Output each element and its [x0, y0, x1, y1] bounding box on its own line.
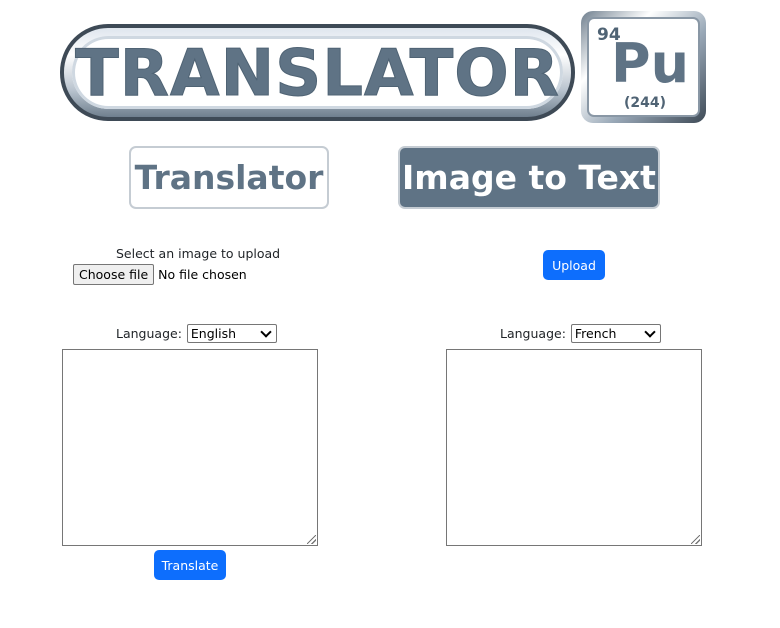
target-language-label: Language:	[500, 326, 566, 341]
target-language-value: French	[574, 326, 617, 341]
choose-file-button[interactable]: Choose file	[73, 264, 155, 285]
upload-prompt: Select an image to upload	[116, 246, 281, 261]
logo-element-inner: 94 Pu (244)	[587, 17, 700, 117]
target-language-row: Language: French	[500, 324, 661, 343]
logo-wordmark: TRANSLATOR	[60, 24, 575, 121]
source-language-label: Language:	[116, 326, 182, 341]
chevron-down-icon	[260, 325, 272, 338]
page: TRANSLATOR 94 Pu (244) Translator Image …	[0, 0, 780, 628]
translate-button[interactable]: Translate	[154, 550, 226, 580]
element-symbol: Pu	[611, 32, 690, 95]
source-language-select[interactable]: English	[186, 324, 277, 343]
file-status-text: No file chosen	[158, 267, 247, 282]
target-language-select[interactable]: French	[570, 324, 661, 343]
logo-element-tile: 94 Pu (244)	[581, 11, 706, 123]
logo-wordmark-plate: TRANSLATOR	[72, 36, 563, 109]
target-text-area[interactable]	[446, 349, 702, 546]
source-text-area[interactable]	[62, 349, 318, 546]
resize-grip-icon[interactable]	[307, 535, 316, 544]
image-to-text-mode-button[interactable]: Image to Text	[398, 146, 660, 209]
upload-button[interactable]: Upload	[543, 250, 605, 280]
source-language-row: Language: English	[116, 324, 277, 343]
logo-text: TRANSLATOR	[75, 36, 560, 111]
translator-mode-button[interactable]: Translator	[129, 146, 329, 209]
resize-grip-icon[interactable]	[691, 535, 700, 544]
source-language-value: English	[190, 326, 237, 341]
file-input: Choose file No file chosen	[73, 264, 247, 285]
element-mass: (244)	[624, 95, 667, 111]
chevron-down-icon	[644, 325, 656, 338]
